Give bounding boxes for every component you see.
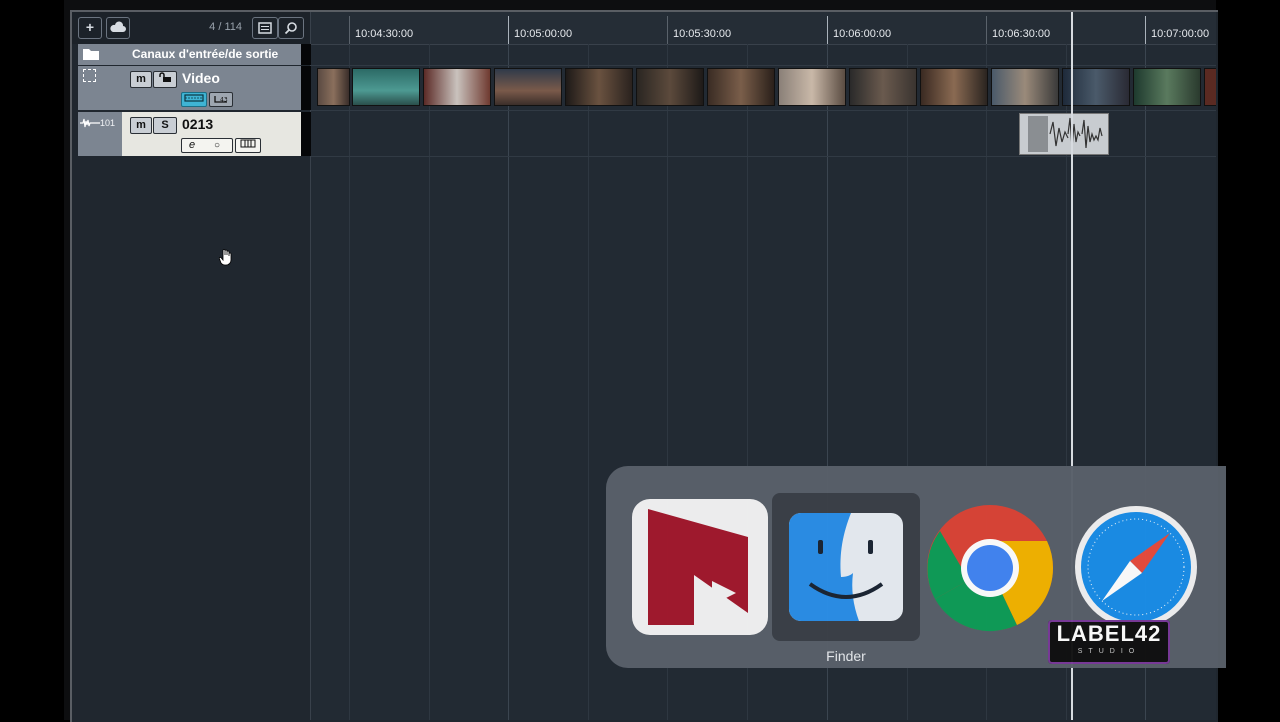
- monitor-icon: ○: [214, 140, 221, 151]
- waveform-icon: [80, 118, 100, 128]
- track-body-audio: m S 0213 e ○: [122, 112, 303, 156]
- svg-text:43: 43: [220, 97, 228, 104]
- ruler-tick: [827, 16, 828, 44]
- lock-button-video[interactable]: [153, 71, 177, 88]
- video-thumbnail: [494, 68, 562, 106]
- video-clip[interactable]: [317, 68, 1216, 108]
- video-track-icon: [83, 69, 96, 82]
- aspect-ratio-icon: 43: [214, 96, 228, 104]
- grid-line: [508, 44, 509, 720]
- track-name-audio: 0213: [182, 116, 214, 132]
- track-header-folder: [78, 44, 122, 65]
- thumbnail-view-button[interactable]: [181, 92, 207, 107]
- finder-icon[interactable]: [788, 512, 904, 622]
- track-header-video: [78, 66, 122, 110]
- ruler-label: 10:05:00:00: [514, 28, 573, 40]
- film-strip-icon: [184, 94, 204, 102]
- audio-clip[interactable]: [1019, 113, 1109, 155]
- track-presets-button[interactable]: [106, 17, 130, 39]
- label42-watermark: LABEL42 STUDIO: [1048, 620, 1170, 664]
- track-name-folder: Canaux d'entrée/de sortie: [132, 47, 279, 61]
- video-thumbnail: [565, 68, 633, 106]
- track-name-video: Video: [182, 70, 220, 86]
- track-number: 101: [100, 118, 116, 128]
- track-end-marker: [301, 66, 311, 110]
- track-list-panel: + 4 / 114 Canaux d'entrée/de sortie m Vi…: [72, 12, 311, 720]
- ruler-tick: [349, 16, 350, 44]
- hand-cursor-icon: [219, 249, 232, 266]
- aspect-ratio-button[interactable]: 43: [209, 92, 233, 107]
- ruler-label: 10:06:00:00: [833, 28, 892, 40]
- track-body-video: m Video 43: [122, 66, 303, 110]
- track-body-folder: Canaux d'entrée/de sortie: [122, 44, 303, 65]
- track-folder-io[interactable]: Canaux d'entrée/de sortie: [78, 44, 311, 65]
- lock-open-icon: [159, 72, 171, 82]
- folder-icon: [83, 49, 99, 60]
- app-switcher: Finder LABEL42 STUDIO: [606, 466, 1226, 668]
- app-switcher-label: Finder: [826, 648, 866, 664]
- video-thumbnail: [1204, 68, 1216, 106]
- ruler-label: 10:07:00:00: [1151, 28, 1210, 40]
- ruler-tick: [1145, 16, 1146, 44]
- grid-line: [429, 44, 430, 720]
- track-end-marker: [301, 44, 311, 65]
- video-thumbnail: [1133, 68, 1201, 106]
- video-thumbnail: [707, 68, 775, 106]
- track-list-menu-button[interactable]: [252, 17, 278, 39]
- video-thumbnail: [636, 68, 704, 106]
- nuendo-icon[interactable]: [630, 497, 770, 637]
- safari-icon[interactable]: [1074, 505, 1198, 629]
- video-thumbnail: [849, 68, 917, 106]
- ruler-tick: [508, 16, 509, 44]
- track-visibility-count: 4 / 114: [209, 21, 242, 33]
- ruler-tick: [667, 16, 668, 44]
- solo-button-audio[interactable]: S: [153, 117, 177, 134]
- grid-line: [588, 44, 589, 720]
- video-thumbnail: [778, 68, 846, 106]
- chrome-icon[interactable]: [925, 503, 1055, 633]
- mute-button-audio[interactable]: m: [130, 117, 152, 134]
- edit-channel-button[interactable]: e ○: [181, 138, 233, 153]
- track-list-toolbar: + 4 / 114: [72, 12, 310, 44]
- track-header-audio: 101: [78, 112, 122, 156]
- ruler-label: 10:04:30:00: [355, 28, 414, 40]
- track-video[interactable]: m Video 43: [78, 66, 311, 110]
- video-thumbnail: [352, 68, 420, 106]
- video-thumbnail: [991, 68, 1059, 106]
- edit-e-label: e: [189, 139, 196, 151]
- lanes-button[interactable]: [235, 138, 261, 153]
- ruler-label: 10:05:30:00: [673, 28, 732, 40]
- cloud-icon: [110, 21, 126, 32]
- video-thumbnail: [423, 68, 491, 106]
- audio-waveform: [1028, 116, 1103, 152]
- grid-line: [349, 44, 350, 720]
- track-end-marker: [301, 112, 311, 156]
- add-track-button[interactable]: +: [78, 17, 102, 39]
- track-separator: [311, 65, 1216, 66]
- ruler-tick: [986, 16, 987, 44]
- mute-button-video[interactable]: m: [130, 71, 152, 88]
- video-thumbnail: [920, 68, 988, 106]
- lanes-icon: [240, 139, 256, 148]
- list-icon: [258, 22, 272, 34]
- video-thumbnail: [317, 68, 350, 106]
- search-icon: [284, 22, 297, 35]
- ruler-label: 10:06:30:00: [992, 28, 1051, 40]
- track-separator: [311, 110, 1216, 111]
- watermark-subtext: STUDIO: [1077, 648, 1141, 655]
- track-audio-0213[interactable]: 101 m S 0213 e ○: [78, 112, 311, 156]
- watermark-text: LABEL42: [1056, 621, 1162, 646]
- time-ruler[interactable]: 10:04:30:00 10:05:00:00 10:05:30:00 10:0…: [311, 12, 1216, 45]
- track-separator: [311, 156, 1216, 157]
- track-search-button[interactable]: [278, 17, 304, 39]
